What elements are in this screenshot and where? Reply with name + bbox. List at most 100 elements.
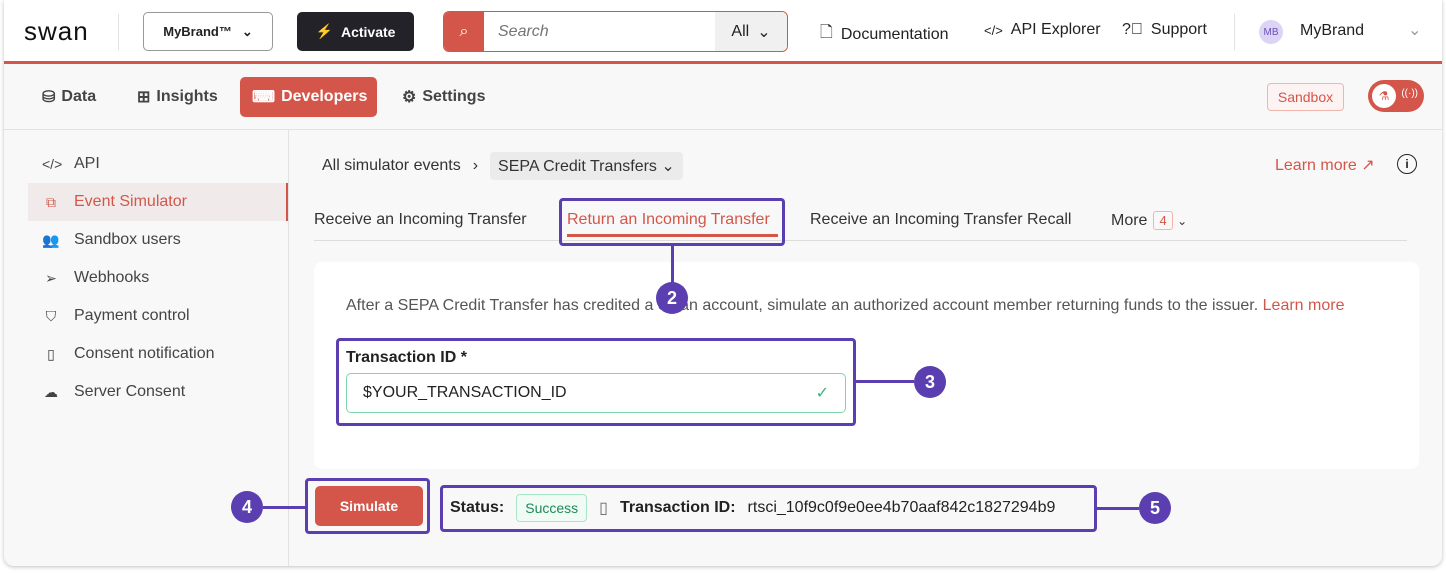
more-label: More: [1111, 212, 1148, 229]
users-icon: 👥: [42, 231, 60, 248]
annotation-marker-5: 5: [1139, 492, 1171, 524]
annotation-box-2: [559, 198, 785, 246]
flask-icon: ⚗: [1372, 84, 1396, 108]
sidebar-item-event-simulator[interactable]: ⧉ Event Simulator: [28, 183, 288, 221]
description-text: After a SEPA Credit Transfer has credite…: [346, 297, 1259, 314]
sidebar-item-label: Consent notification: [74, 345, 215, 362]
sidebar: </> API ⧉ Event Simulator 👥 Sandbox users ➢…: [28, 145, 288, 411]
code-icon: </>: [984, 22, 1003, 38]
annotation-line-2: [671, 246, 674, 284]
documentation-link[interactable]: 🗋 Documentation: [820, 21, 949, 48]
layout-icon: ⊞: [137, 89, 151, 106]
breadcrumb: All simulator events › SEPA Credit Trans…: [322, 152, 683, 180]
more-count-badge: 4: [1153, 211, 1173, 230]
broadcast-icon: ((·)): [1401, 88, 1418, 99]
annotation-marker-3: 3: [914, 366, 946, 398]
info-icon[interactable]: i: [1397, 154, 1417, 174]
annotation-marker-4: 4: [231, 491, 263, 523]
annotation-line-3: [856, 380, 914, 383]
annotation-box-5: [440, 485, 1097, 532]
event-tabs: Receive an Incoming Transfer Return an I…: [314, 200, 1407, 241]
tab-settings[interactable]: ⚙ Settings: [390, 77, 497, 117]
search-bar: ⌕ All ⌄: [443, 11, 788, 52]
brand-label: MyBrand™: [163, 24, 232, 39]
divider: [1234, 14, 1235, 50]
top-header: swan MyBrand™ ⌄ ⚡ Activate ⌕ All ⌄ 🗋 Documen…: [4, 0, 1442, 64]
search-input[interactable]: [484, 12, 715, 51]
avatar[interactable]: MB: [1259, 20, 1283, 44]
swan-logo: swan: [24, 16, 89, 46]
support-link[interactable]: ?⃝ Support: [1122, 21, 1207, 39]
search-icon[interactable]: ⌕: [444, 12, 484, 51]
sidebar-item-payment-control[interactable]: ⛉ Payment control: [28, 297, 288, 335]
tab-insights[interactable]: ⊞ Insights: [125, 77, 230, 117]
annotation-box-3: [336, 338, 856, 426]
chevron-down-icon: ⌄: [757, 23, 771, 41]
learn-more-link[interactable]: Learn more ↗: [1275, 155, 1375, 175]
breadcrumb-root[interactable]: All simulator events: [322, 157, 461, 175]
tab-developers[interactable]: ⌨ Developers: [240, 77, 377, 117]
app-window: swan MyBrand™ ⌄ ⚡ Activate ⌕ All ⌄ 🗋 Documen…: [4, 0, 1442, 566]
description-learn-more-link[interactable]: Learn more: [1263, 297, 1345, 314]
sidebar-item-webhooks[interactable]: ➢ Webhooks: [28, 259, 288, 297]
tab-label: Settings: [422, 88, 486, 105]
account-name[interactable]: MyBrand: [1300, 22, 1364, 40]
tab-label: Developers: [281, 88, 368, 105]
sidebar-item-consent-notification[interactable]: ▯ Consent notification: [28, 335, 288, 373]
event-category-select[interactable]: SEPA Credit Transfers ⌄: [490, 152, 683, 180]
sidebar-item-label: Payment control: [74, 307, 190, 324]
annotation-line-4: [263, 506, 305, 509]
chevron-right-icon: ›: [472, 157, 479, 174]
sidebar-item-sandbox-users[interactable]: 👥 Sandbox users: [28, 221, 288, 259]
chevron-down-icon: ⌄: [1177, 214, 1188, 228]
sidebar-item-label: Webhooks: [74, 269, 150, 286]
link-label: Documentation: [840, 25, 949, 43]
sidebar-item-label: Event Simulator: [74, 193, 187, 210]
sidebar-item-label: API: [74, 155, 100, 172]
tab-data[interactable]: ⛁ Data: [30, 77, 108, 117]
tab-receive-transfer-recall[interactable]: Receive an Incoming Transfer Recall: [810, 211, 1071, 229]
chevron-down-icon: ⌄: [661, 158, 675, 175]
sidebar-item-label: Sandbox users: [74, 231, 181, 248]
database-icon: ⛁: [42, 89, 56, 106]
lightning-icon: ⚡: [315, 23, 333, 39]
sidebar-item-server-consent[interactable]: ☁ Server Consent: [28, 373, 288, 411]
tab-receive-incoming-transfer[interactable]: Receive an Incoming Transfer: [314, 211, 527, 229]
annotation-box-4: [305, 478, 430, 534]
tab-label: Insights: [156, 88, 218, 105]
link-label: Support: [1150, 21, 1207, 38]
external-link-icon: ↗: [1361, 157, 1375, 174]
document-icon: 🗋: [820, 24, 833, 41]
phone-icon: ▯: [47, 345, 55, 362]
brand-selector[interactable]: MyBrand™ ⌄: [143, 12, 273, 51]
help-icon: ?⃝: [1122, 21, 1143, 38]
annotation-line-5: [1097, 507, 1139, 510]
gear-icon: ⚙: [402, 89, 417, 106]
sub-navigation: ⛁ Data ⊞ Insights ⌨ Developers ⚙ Settings Sa…: [4, 67, 1442, 130]
api-explorer-link[interactable]: </> API Explorer: [984, 21, 1101, 39]
sidebar-item-api[interactable]: </> API: [28, 145, 288, 183]
activate-label: Activate: [340, 23, 396, 40]
cloud-icon: ☁: [44, 383, 58, 400]
simulator-icon: ⧉: [46, 193, 56, 210]
shield-icon: ⛉: [45, 307, 57, 324]
chevron-down-icon[interactable]: ⌄: [1408, 20, 1421, 40]
scope-label: All: [731, 22, 750, 40]
category-label: SEPA Credit Transfers: [498, 158, 657, 175]
tab-more[interactable]: More 4 ⌄: [1111, 211, 1187, 230]
send-icon: ➢: [45, 269, 57, 286]
code-icon: ⌨: [252, 89, 276, 106]
divider: [288, 130, 289, 566]
sidebar-item-label: Server Consent: [74, 383, 186, 400]
form-description: After a SEPA Credit Transfer has credite…: [346, 297, 1344, 315]
annotation-marker-2: 2: [656, 282, 688, 314]
tab-label: Data: [61, 88, 97, 105]
link-label: API Explorer: [1010, 21, 1101, 38]
link-label: Learn more: [1275, 157, 1357, 174]
divider: [118, 14, 119, 50]
code-icon: </>: [42, 156, 63, 172]
sandbox-live-toggle[interactable]: ⚗ ((·)): [1368, 80, 1424, 112]
sandbox-badge: Sandbox: [1267, 83, 1344, 111]
search-scope-select[interactable]: All ⌄: [715, 12, 787, 51]
activate-button[interactable]: ⚡ Activate: [297, 12, 414, 51]
